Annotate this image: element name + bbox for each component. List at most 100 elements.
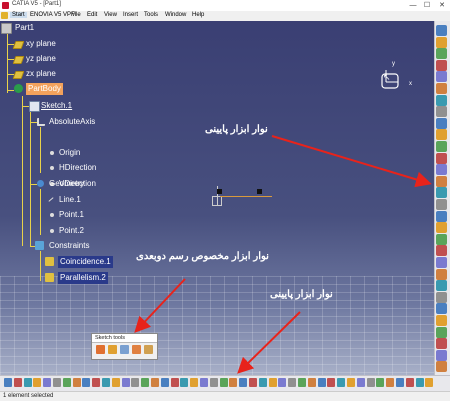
bottom-toolbar-tool-icon[interactable]: [72, 378, 81, 387]
bottom-toolbar-tool-icon[interactable]: [268, 378, 277, 387]
bottom-toolbar-tool-icon[interactable]: [209, 378, 218, 387]
bottom-toolbar-tool-icon[interactable]: [366, 378, 375, 387]
bottom-toolbar-tool-icon[interactable]: [219, 378, 228, 387]
bottom-toolbar-tool-icon[interactable]: [62, 378, 71, 387]
right-toolbar-tool-icon[interactable]: [436, 117, 447, 129]
bottom-toolbar-tool-icon[interactable]: [82, 378, 91, 387]
bottom-toolbar-tool-icon[interactable]: [111, 378, 120, 387]
doc-icon[interactable]: [1, 12, 8, 19]
right-toolbar-tool-icon[interactable]: [436, 164, 447, 176]
bottom-toolbar-tool-icon[interactable]: [307, 378, 316, 387]
right-toolbar-tool-icon[interactable]: [436, 83, 447, 94]
right-toolbar-tool-icon[interactable]: [436, 129, 447, 141]
right-toolbar-tool-icon[interactable]: [436, 36, 447, 48]
menu-window[interactable]: Window: [165, 12, 186, 18]
bottom-toolbar-tool-icon[interactable]: [327, 378, 336, 387]
bottom-toolbar-tool-icon[interactable]: [180, 378, 189, 387]
right-toolbar-tool-icon[interactable]: [436, 106, 447, 118]
arrow-to-right-toolbar: [271, 135, 432, 188]
right-toolbar-tool-icon[interactable]: [436, 268, 447, 280]
right-toolbar-tool-icon[interactable]: [436, 175, 447, 187]
minimize-button[interactable]: —: [406, 0, 420, 11]
menu-edit[interactable]: Edit: [87, 12, 97, 18]
bottom-toolbar-tool-icon[interactable]: [170, 378, 179, 387]
right-toolbar-tool-icon[interactable]: [436, 349, 447, 361]
dimensional-constraints-icon[interactable]: [144, 345, 153, 354]
right-toolbar-tool-icon[interactable]: [436, 59, 447, 71]
menu-help[interactable]: Help: [192, 12, 204, 18]
right-toolbar-tool-icon[interactable]: [436, 361, 447, 373]
bottom-toolbar-tool-icon[interactable]: [190, 378, 199, 387]
bottom-toolbar-tool-icon[interactable]: [102, 378, 110, 387]
bottom-toolbar-tool-icon[interactable]: [288, 378, 297, 387]
bottom-toolbar-tool-icon[interactable]: [278, 378, 287, 387]
constraint-marker[interactable]: [257, 189, 262, 194]
bottom-toolbar-tool-icon[interactable]: [121, 378, 130, 387]
bottom-toolbar-tool-icon[interactable]: [92, 378, 101, 387]
catia-app-icon: [2, 2, 9, 9]
right-toolbar-tool-icon[interactable]: [436, 71, 447, 83]
bottom-toolbar-tool-icon[interactable]: [425, 378, 434, 387]
right-toolbar-tool-icon[interactable]: [436, 303, 447, 315]
right-toolbar-tool-icon[interactable]: [436, 141, 447, 152]
right-toolbar-tool-icon[interactable]: [436, 187, 447, 199]
right-toolbar-tool-icon[interactable]: [436, 233, 447, 245]
close-button[interactable]: ✕: [435, 0, 449, 11]
bottom-toolbar-tool-icon[interactable]: [229, 378, 238, 387]
right-toolbar-tool-icon[interactable]: [436, 280, 447, 292]
geometric-constraints-icon[interactable]: [132, 345, 141, 354]
maximize-button[interactable]: ☐: [420, 0, 434, 11]
right-toolbar-tool-icon[interactable]: [436, 25, 447, 36]
right-toolbar-tool-icon[interactable]: [436, 257, 447, 268]
bottom-toolbar-tool-icon[interactable]: [33, 378, 42, 387]
right-toolbar-tool-icon[interactable]: [436, 315, 447, 326]
grid-icon[interactable]: [96, 345, 105, 354]
right-toolbar-tool-icon[interactable]: [436, 245, 447, 257]
bottom-toolbar-tool-icon[interactable]: [239, 378, 248, 387]
right-toolbar-tool-icon[interactable]: [436, 94, 447, 106]
bottom-toolbar-tool-icon[interactable]: [141, 378, 150, 387]
right-toolbar-tool-icon[interactable]: [436, 326, 447, 338]
bottom-toolbar-tool-icon[interactable]: [356, 378, 365, 387]
sketch-line[interactable]: [220, 196, 272, 197]
compass-widget[interactable]: [378, 66, 404, 92]
right-toolbar-tool-icon[interactable]: [436, 48, 447, 60]
point-marker[interactable]: [217, 189, 222, 194]
menu-insert[interactable]: Insert: [123, 12, 138, 18]
bottom-toolbar-tool-icon[interactable]: [13, 378, 22, 387]
viewport-3d[interactable]: Part1 xy plane yz plane zx plane PartBod…: [0, 21, 434, 375]
bottom-toolbar-tool-icon[interactable]: [53, 378, 61, 387]
menu-view[interactable]: View: [104, 12, 117, 18]
bottom-toolbar-tool-icon[interactable]: [376, 378, 385, 387]
bottom-toolbar-tool-icon[interactable]: [43, 378, 52, 387]
bottom-toolbar-tool-icon[interactable]: [200, 378, 208, 387]
bottom-toolbar-tool-icon[interactable]: [4, 378, 12, 387]
bottom-toolbar-tool-icon[interactable]: [131, 378, 140, 387]
bottom-toolbar-tool-icon[interactable]: [258, 378, 267, 387]
right-toolbar-tool-icon[interactable]: [436, 222, 447, 234]
snap-to-point-icon[interactable]: [108, 345, 117, 354]
right-toolbar-tool-icon[interactable]: [436, 291, 447, 303]
bottom-toolbar-tool-icon[interactable]: [23, 378, 32, 387]
menu-start[interactable]: Start: [10, 12, 27, 18]
right-toolbar-tool-icon[interactable]: [436, 338, 447, 350]
sketch-tools-toolbar[interactable]: Sketch tools: [91, 333, 158, 360]
bottom-toolbar-tool-icon[interactable]: [415, 378, 424, 387]
right-toolbar-tool-icon[interactable]: [436, 199, 447, 210]
right-toolbar-tool-icon[interactable]: [436, 152, 447, 164]
bottom-toolbar-tool-icon[interactable]: [298, 378, 306, 387]
construction-element-icon[interactable]: [120, 345, 129, 354]
right-toolbar-tool-icon[interactable]: [436, 210, 447, 222]
bottom-toolbar-tool-icon[interactable]: [151, 378, 159, 387]
bottom-toolbar-tool-icon[interactable]: [317, 378, 326, 387]
menu-tools[interactable]: Tools: [144, 12, 158, 18]
bottom-toolbar-tool-icon[interactable]: [347, 378, 355, 387]
bottom-toolbar-tool-icon[interactable]: [386, 378, 395, 387]
bottom-toolbar-tool-icon[interactable]: [160, 378, 169, 387]
menu-file[interactable]: File: [71, 12, 81, 18]
bottom-toolbar-tool-icon[interactable]: [405, 378, 414, 387]
bottom-toolbar-tool-icon[interactable]: [396, 378, 404, 387]
bottom-toolbar-tool-icon[interactable]: [337, 378, 346, 387]
menu-enovia[interactable]: ENOVIA V5 VPM: [30, 12, 76, 18]
bottom-toolbar-tool-icon[interactable]: [249, 378, 257, 387]
